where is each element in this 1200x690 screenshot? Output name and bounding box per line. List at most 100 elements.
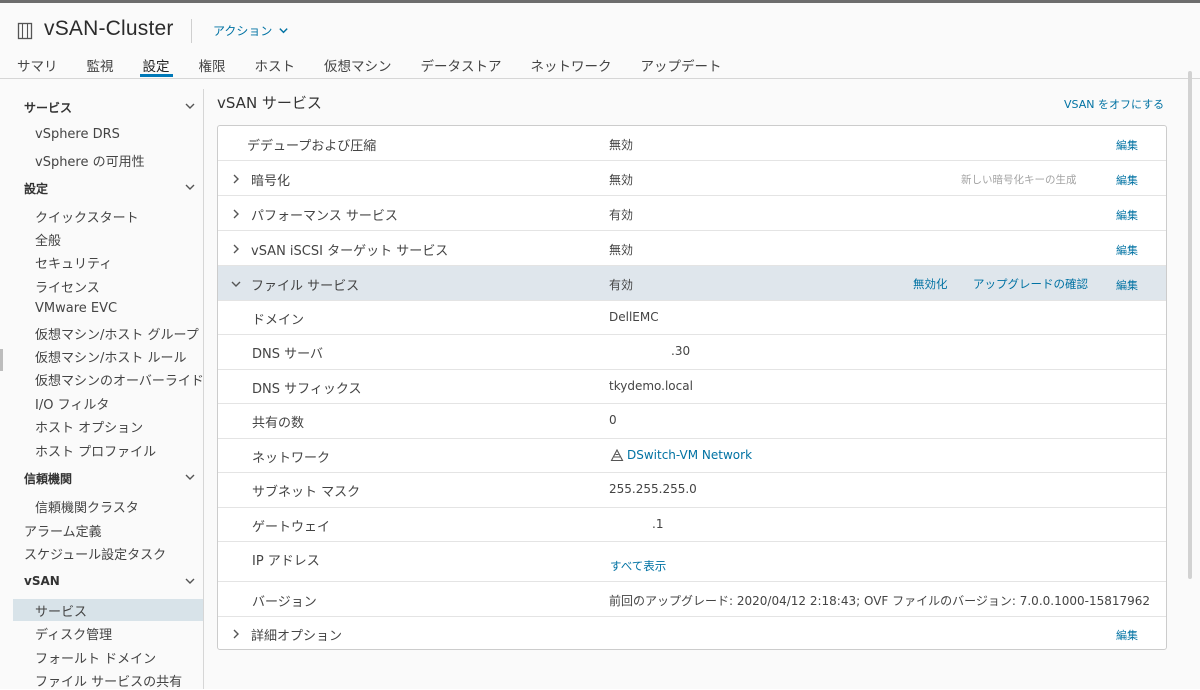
- tab-updates[interactable]: アップデート: [641, 55, 722, 79]
- sidebar-section-settings[interactable]: 設定: [24, 180, 196, 197]
- sidebar-item-quickstart[interactable]: クイックスタート: [35, 207, 139, 226]
- disable-file-service-link[interactable]: 無効化: [913, 276, 948, 292]
- sidebar-item-vsphere-ha[interactable]: vSphere の可用性: [35, 151, 145, 170]
- row-label: vSAN iSCSI ターゲット サービス: [251, 244, 449, 259]
- row-dedup-compression: デデュープおよび圧縮 無効 編集: [218, 126, 1166, 161]
- row-value: 255.255.255.0: [609, 482, 697, 496]
- chevron-right-icon[interactable]: [231, 629, 241, 639]
- sidebar-section-vsan[interactable]: vSAN: [24, 574, 196, 588]
- row-label: DNS サフィックス: [252, 382, 362, 397]
- edit-link[interactable]: 編集: [1116, 172, 1138, 188]
- network-icon: [610, 449, 624, 462]
- row-label: ドメイン: [252, 313, 305, 328]
- sidebar-item-file-service-shares[interactable]: ファイル サービスの共有: [35, 671, 182, 690]
- edit-link[interactable]: 編集: [1116, 627, 1138, 643]
- sidebar-item-security[interactable]: セキュリティ: [35, 253, 112, 272]
- chevron-right-icon[interactable]: [231, 174, 241, 184]
- sidebar-item-vsphere-drs[interactable]: vSphere DRS: [35, 127, 120, 142]
- sidebar-section-label: vSAN: [24, 574, 60, 588]
- sidebar-item-scheduled-tasks[interactable]: スケジュール設定タスク: [24, 544, 166, 563]
- edit-link[interactable]: 編集: [1116, 207, 1138, 223]
- show-all-link[interactable]: すべて表示: [610, 558, 666, 574]
- sidebar-resize-handle[interactable]: [0, 349, 3, 371]
- sidebar-item-general[interactable]: 全般: [35, 230, 61, 249]
- check-upgrade-link[interactable]: アップグレードの確認: [973, 276, 1088, 292]
- row-label: ネットワーク: [252, 451, 331, 466]
- row-value: 無効: [609, 138, 634, 152]
- sidebar-item-host-profile[interactable]: ホスト プロファイル: [35, 441, 156, 460]
- row-network: ネットワーク DSwitch-VM Network: [218, 439, 1166, 473]
- chevron-down-icon: [279, 28, 289, 34]
- edit-link[interactable]: 編集: [1116, 277, 1138, 293]
- sidebar-section-label: サービス: [24, 101, 73, 115]
- sidebar-item-vsan-services[interactable]: サービス: [35, 601, 87, 620]
- chevron-right-icon[interactable]: [231, 209, 241, 219]
- turn-off-vsan-link[interactable]: VSAN をオフにする: [1064, 96, 1164, 112]
- row-label: パフォーマンス サービス: [251, 209, 398, 224]
- tab-permissions[interactable]: 権限: [199, 55, 226, 79]
- sidebar-item-io-filters[interactable]: I/O フィルタ: [35, 394, 109, 413]
- tab-bar: サマリ 監視 設定 権限 ホスト 仮想マシン データストア ネットワーク アップ…: [17, 55, 751, 79]
- tab-vms[interactable]: 仮想マシン: [324, 55, 392, 79]
- vertical-scrollbar[interactable]: [1188, 71, 1192, 579]
- row-value: tkydemo.local: [609, 379, 693, 393]
- tab-datastores[interactable]: データストア: [421, 55, 502, 79]
- row-gateway: ゲートウェイ .1: [218, 508, 1166, 542]
- row-label: 暗号化: [251, 174, 291, 189]
- sidebar-item-host-options[interactable]: ホスト オプション: [35, 417, 143, 436]
- sidebar-section-label: 設定: [24, 182, 49, 196]
- actions-menu[interactable]: アクション: [213, 22, 289, 39]
- row-file-service: ファイル サービス 有効 無効化 アップグレードの確認 編集: [218, 266, 1166, 301]
- row-label: バージョン: [252, 595, 317, 610]
- row-label: サブネット マスク: [252, 485, 361, 500]
- sidebar-item-fault-domains[interactable]: フォールト ドメイン: [35, 648, 156, 667]
- section-title: vSAN サービス: [217, 94, 322, 112]
- chevron-down-icon[interactable]: [231, 279, 241, 289]
- tab-networks[interactable]: ネットワーク: [531, 55, 612, 79]
- row-version: バージョン 前回のアップグレード: 2020/04/12 2:18:43; OV…: [218, 582, 1166, 617]
- row-dns-server: DNS サーバ .30: [218, 335, 1166, 370]
- edit-link[interactable]: 編集: [1116, 137, 1138, 153]
- row-label: デデュープおよび圧縮: [247, 139, 377, 154]
- row-label: IP アドレス: [252, 554, 320, 569]
- row-dns-suffix: DNS サフィックス tkydemo.local: [218, 370, 1166, 404]
- generate-key-link-disabled: 新しい暗号化キーの生成: [961, 174, 1077, 186]
- row-number-of-shares: 共有の数 0: [218, 404, 1166, 439]
- sidebar-item-vm-host-groups[interactable]: 仮想マシン/ホスト グループ: [35, 324, 199, 343]
- edit-link[interactable]: 編集: [1116, 242, 1138, 258]
- sidebar-item-licensing[interactable]: ライセンス: [35, 277, 100, 296]
- tab-monitor[interactable]: 監視: [87, 55, 114, 79]
- chevron-down-icon: [185, 103, 195, 109]
- chevron-down-icon: [185, 578, 195, 584]
- row-value: 0: [609, 413, 617, 427]
- tab-hosts[interactable]: ホスト: [255, 55, 296, 79]
- row-value: DellEMC: [609, 310, 659, 324]
- tab-summary[interactable]: サマリ: [17, 55, 58, 79]
- sidebar-item-alarm-definitions[interactable]: アラーム定義: [24, 521, 102, 540]
- sidebar-item-trust-cluster[interactable]: 信頼機関クラスタ: [35, 497, 139, 516]
- sidebar-section-services[interactable]: サービス: [24, 99, 196, 116]
- row-iscsi-target-service: vSAN iSCSI ターゲット サービス 無効 編集: [218, 231, 1166, 266]
- settings-sidebar: サービス vSphere DRS vSphere の可用性 設定 クイックスター…: [0, 89, 204, 690]
- sidebar-item-disk-management[interactable]: ディスク管理: [35, 624, 112, 643]
- row-value: 無効: [609, 173, 634, 187]
- sidebar-section-trust-authority[interactable]: 信頼機関: [24, 470, 196, 487]
- chevron-down-icon: [185, 184, 195, 190]
- row-label: ゲートウェイ: [252, 520, 331, 535]
- sidebar-item-vmware-evc[interactable]: VMware EVC: [35, 301, 117, 316]
- sidebar-item-vm-host-rules[interactable]: 仮想マシン/ホスト ルール: [35, 347, 187, 366]
- network-link[interactable]: DSwitch-VM Network: [627, 448, 752, 462]
- sidebar-section-label: 信頼機関: [24, 472, 73, 486]
- row-ip-addresses: IP アドレス すべて表示: [218, 542, 1166, 582]
- row-label: DNS サーバ: [252, 347, 323, 362]
- chevron-down-icon: [185, 474, 195, 480]
- row-encryption: 暗号化 無効 新しい暗号化キーの生成 編集: [218, 161, 1166, 196]
- page-title: vSAN-Cluster: [44, 17, 174, 40]
- row-value: 無効: [609, 243, 634, 257]
- tab-configure[interactable]: 設定: [139, 55, 173, 79]
- row-label: 詳細オプション: [251, 629, 343, 644]
- row-advanced-options: 詳細オプション 編集: [218, 617, 1166, 649]
- chevron-right-icon[interactable]: [231, 244, 241, 254]
- row-subnet-mask: サブネット マスク 255.255.255.0: [218, 473, 1166, 508]
- sidebar-item-vm-overrides[interactable]: 仮想マシンのオーバーライド: [35, 370, 204, 389]
